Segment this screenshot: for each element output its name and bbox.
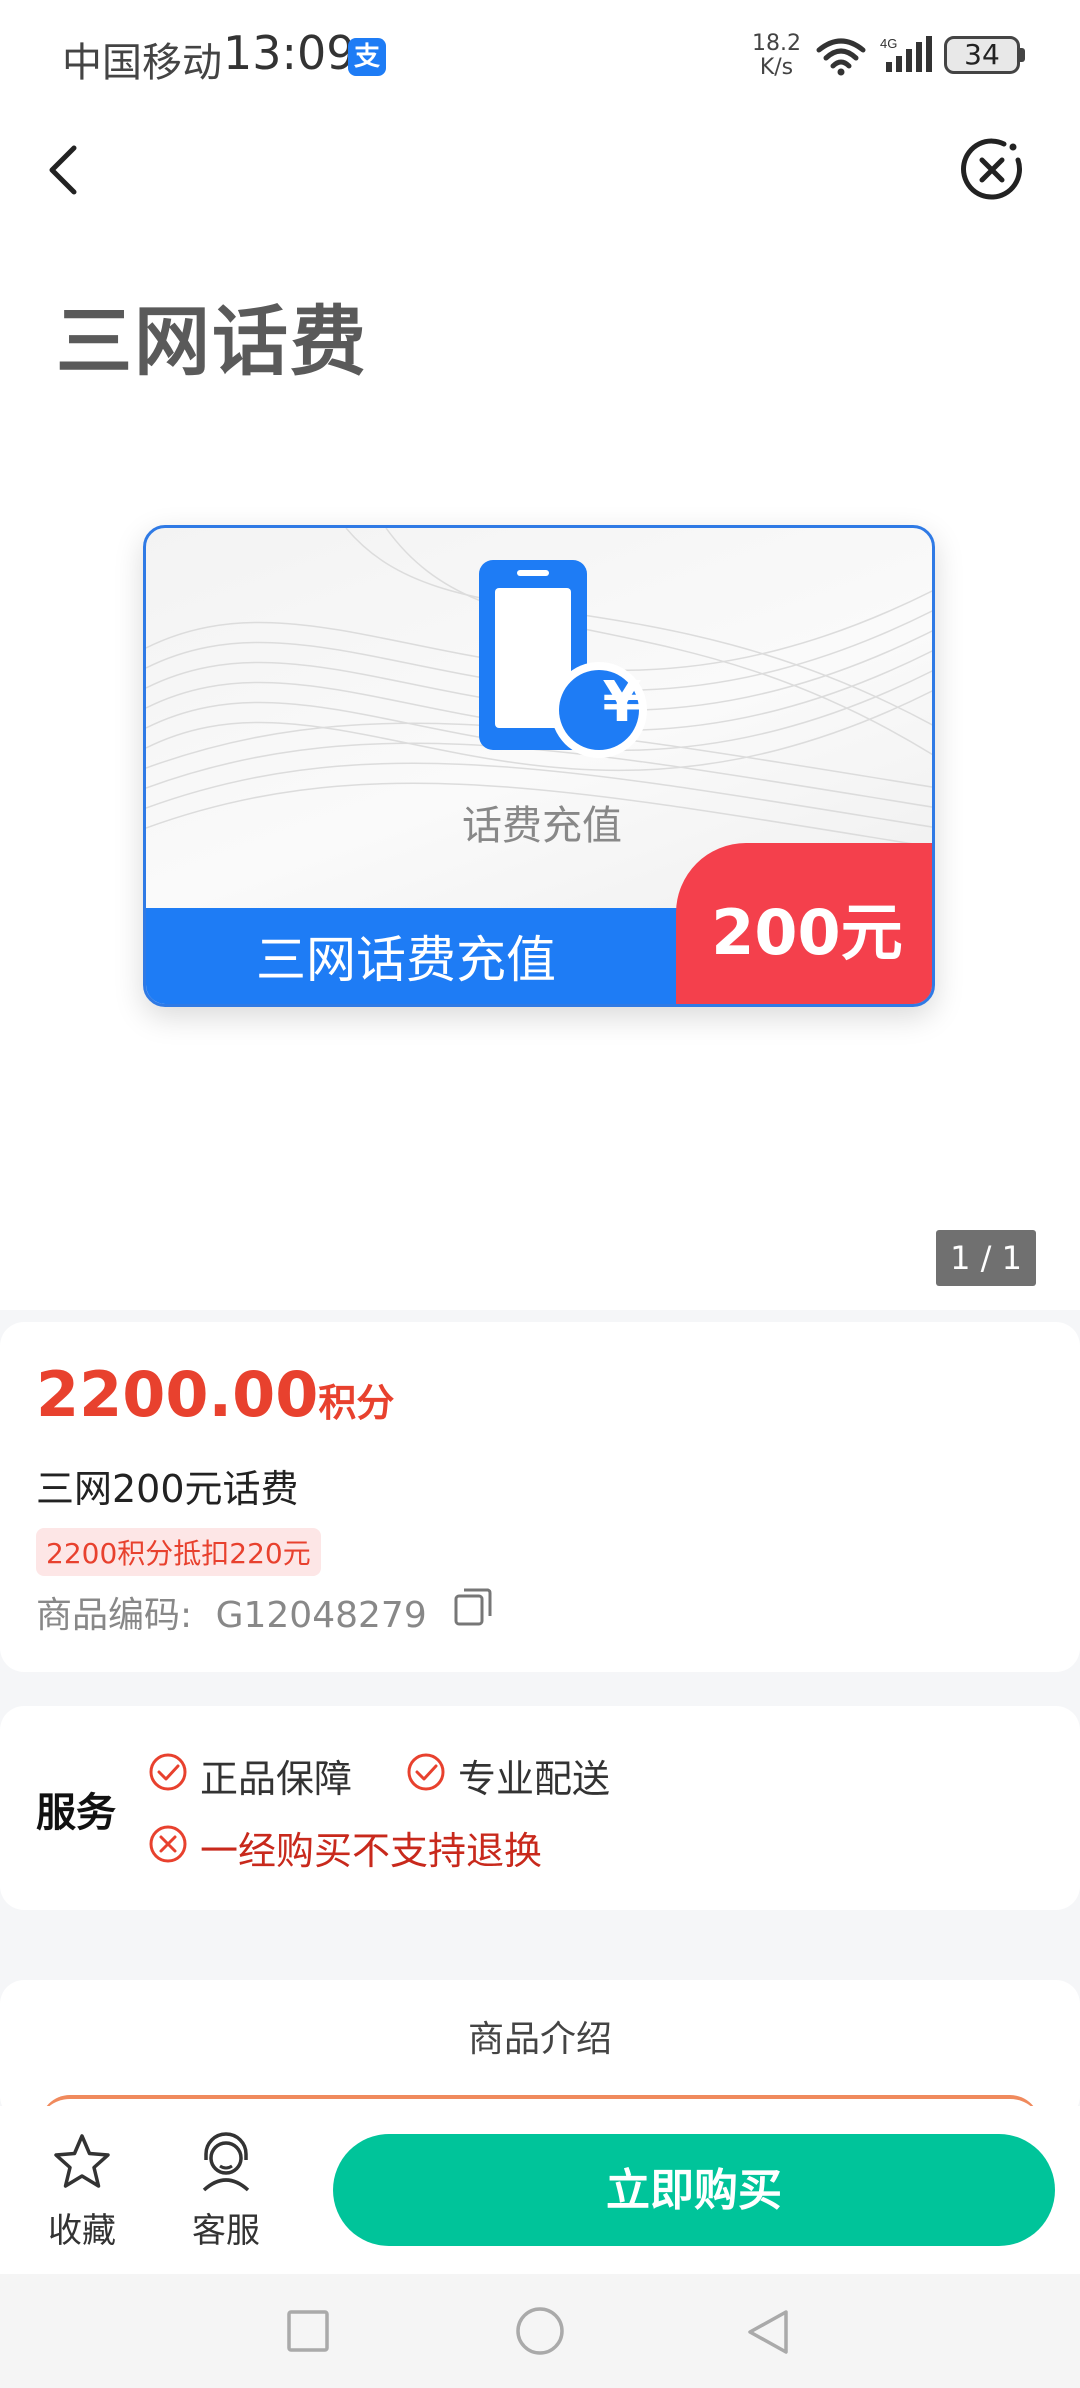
product-sku: 商品编码: G12048279 (36, 1586, 427, 1638)
customer-service-icon (202, 2132, 250, 2192)
carrier-name: 中国移动 (62, 40, 222, 86)
cross-circle-icon (149, 1825, 187, 1863)
customer-service-button[interactable]: 客服 (180, 2130, 272, 2252)
yen-symbol: ¥ (602, 670, 642, 735)
product-intro-title[interactable]: 商品介绍 (0, 2010, 1080, 2062)
buy-now-button[interactable]: 立即购买 (333, 2134, 1055, 2246)
wifi-icon (816, 38, 866, 76)
cellular-signal-icon: 4G (880, 36, 932, 72)
alipay-icon: 支 (348, 38, 386, 76)
favorite-button[interactable]: 收藏 (36, 2130, 128, 2252)
star-icon (54, 2134, 110, 2188)
favorite-label: 收藏 (48, 2211, 116, 2251)
home-icon[interactable] (514, 2305, 566, 2357)
check-circle-icon (149, 1753, 187, 1791)
sku-label: 商品编码: (36, 1595, 193, 1636)
page-title: 三网话费 (56, 297, 368, 386)
clock: 13:09 (223, 26, 356, 80)
product-image[interactable]: ¥ 话费充值 三网话费充值 200元 (143, 525, 935, 1007)
price-value: 2200.00 (36, 1358, 319, 1431)
sku-value: G12048279 (215, 1595, 427, 1636)
service-item-delivery: 专业配送 (458, 1757, 611, 1801)
back-arrow-icon[interactable] (40, 140, 90, 200)
battery-indicator: 34 (944, 36, 1020, 74)
card-price-label: 200元 (676, 843, 932, 1004)
network-speed: 18.2 K/s (752, 32, 801, 80)
product-price: 2200.00积分 (36, 1358, 394, 1431)
image-pager: 1 / 1 (936, 1230, 1036, 1286)
service-no-return-warning: 一经购买不支持退换 (200, 1829, 543, 1873)
network-speed-value: 18.2 (752, 31, 801, 56)
price-unit: 积分 (318, 1381, 395, 1425)
product-name: 三网200元话费 (36, 1467, 299, 1511)
close-miniapp-icon[interactable] (960, 138, 1024, 202)
service-section (0, 1706, 1080, 1910)
card-band-text: 三网话费充值 (256, 931, 556, 989)
battery-tip (1020, 48, 1025, 62)
promo-tag: 2200积分抵扣220元 (36, 1528, 321, 1576)
service-label: 服务 (36, 1790, 116, 1836)
system-back-icon[interactable] (744, 2307, 792, 2357)
svg-text:4G: 4G (880, 36, 897, 51)
network-speed-unit: K/s (759, 55, 794, 80)
recent-apps-icon[interactable] (286, 2309, 330, 2353)
customer-service-label: 客服 (192, 2211, 260, 2251)
service-item-genuine: 正品保障 (200, 1757, 353, 1801)
copy-icon[interactable] (452, 1586, 494, 1628)
check-circle-icon (407, 1753, 445, 1791)
